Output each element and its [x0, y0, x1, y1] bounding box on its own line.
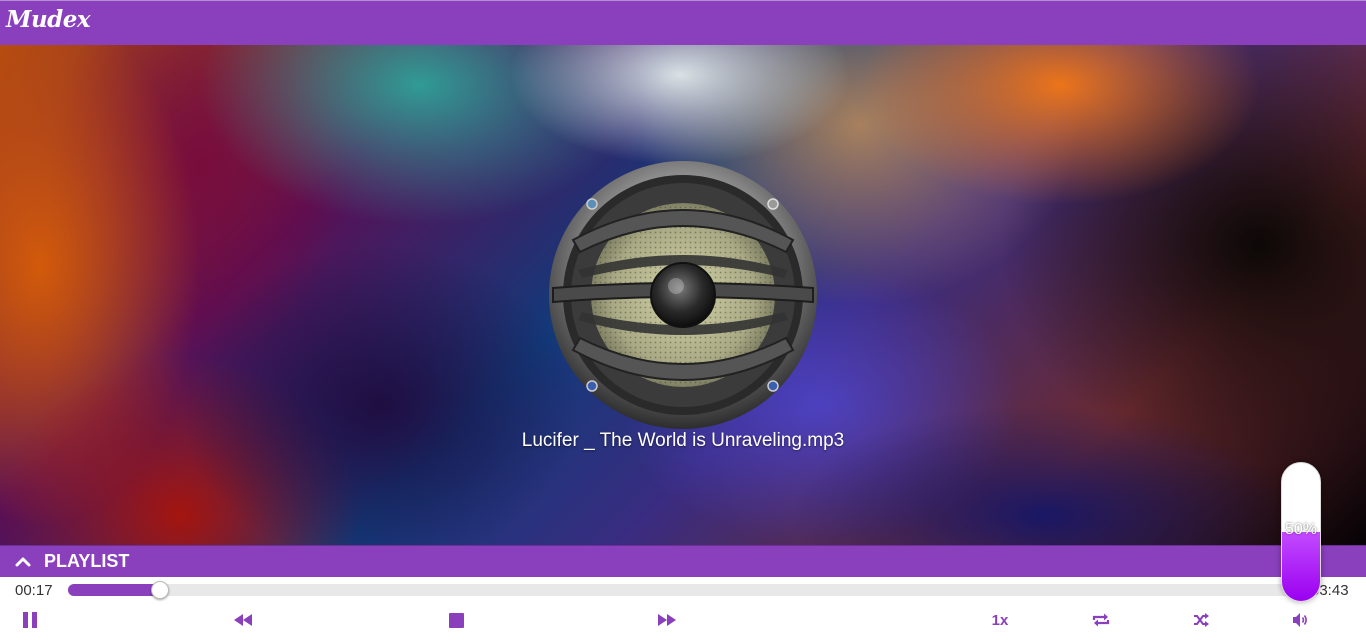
playlist-label[interactable]: PLAYLIST	[44, 551, 129, 572]
fast-forward-button[interactable]	[655, 609, 679, 631]
app-logo[interactable]: Mudex	[6, 6, 91, 33]
volume-slider[interactable]: 50%	[1281, 462, 1321, 602]
speaker-artwork	[549, 161, 817, 429]
progress-bar[interactable]	[68, 581, 1300, 599]
play-pause-button[interactable]	[20, 609, 40, 631]
repeat-icon	[1092, 613, 1110, 627]
visualizer-stage: Lucifer _ The World is Unraveling.mp3	[0, 45, 1366, 545]
playback-speed-label: 1x	[991, 611, 1009, 629]
chevron-up-icon[interactable]	[12, 552, 34, 572]
shuffle-button[interactable]	[1190, 609, 1212, 631]
volume-percent: 50%	[1284, 521, 1318, 538]
playlist-bar[interactable]: PLAYLIST	[0, 545, 1366, 577]
fast-forward-icon	[658, 614, 676, 626]
progress-thumb[interactable]	[151, 581, 169, 599]
volume-icon	[1293, 613, 1307, 627]
stop-icon	[448, 612, 464, 628]
rewind-button[interactable]	[231, 609, 255, 631]
top-bar: Mudex	[0, 0, 1366, 45]
stop-button[interactable]	[446, 609, 466, 631]
rewind-icon	[234, 614, 252, 626]
music-player-app: Mudex Lucifer _ The World is Unraveling.…	[0, 0, 1366, 640]
repeat-button[interactable]	[1090, 609, 1112, 631]
progress-fill	[68, 584, 160, 596]
pause-icon	[23, 612, 37, 628]
volume-button[interactable]	[1290, 609, 1312, 631]
current-time: 00:17	[15, 582, 53, 599]
shuffle-icon	[1194, 613, 1209, 627]
volume-fill	[1282, 532, 1320, 601]
playback-speed-button[interactable]: 1x	[986, 609, 1014, 631]
now-playing-title: Lucifer _ The World is Unraveling.mp3	[521, 430, 845, 451]
